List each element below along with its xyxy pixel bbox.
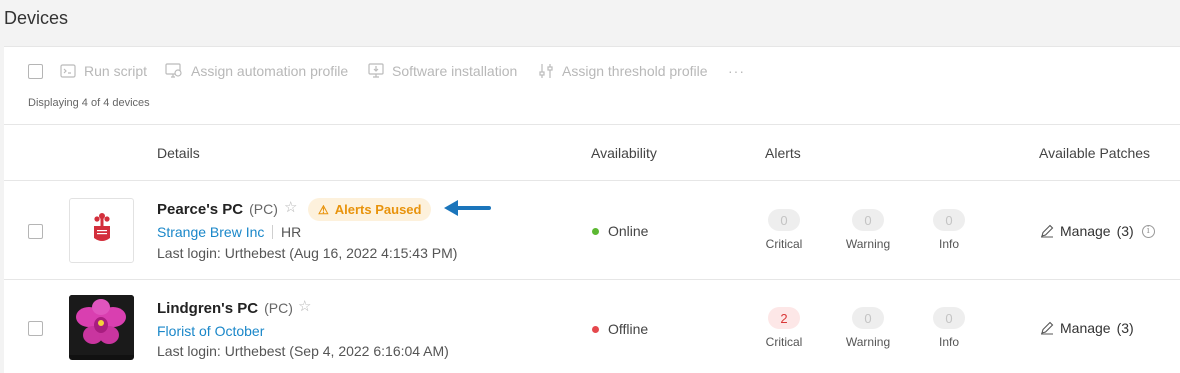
column-header-details[interactable]: Details bbox=[157, 145, 200, 161]
column-header-available-patches[interactable]: Available Patches bbox=[1039, 145, 1150, 161]
offline-dot-icon bbox=[592, 325, 599, 333]
software-installation-label: Software installation bbox=[392, 63, 518, 79]
table-row[interactable]: Lindgren's PC (PC) ☆ Florist of October L… bbox=[4, 280, 1180, 373]
info-icon[interactable]: i bbox=[1141, 224, 1155, 238]
alerts-paused-badge: ⚠ Alerts Paused bbox=[308, 198, 432, 221]
more-actions-button[interactable]: ··· bbox=[728, 63, 745, 79]
organization-link[interactable]: Strange Brew Inc bbox=[157, 224, 264, 240]
warning-alerts[interactable]: 0 Warning bbox=[838, 209, 898, 251]
critical-label: Critical bbox=[765, 237, 803, 251]
device-count-text: Displaying 4 of 4 devices bbox=[28, 97, 150, 109]
availability-status: Online bbox=[592, 223, 648, 239]
info-label: Info bbox=[938, 237, 959, 251]
online-dot-icon bbox=[592, 227, 599, 235]
bulk-actions-toolbar: Run script Assign automation profile Sof… bbox=[4, 47, 1180, 125]
favorite-star-icon[interactable]: ☆ bbox=[298, 297, 311, 315]
software-install-icon bbox=[368, 63, 384, 78]
critical-alerts[interactable]: 0 Critical bbox=[754, 209, 814, 251]
assign-threshold-profile-button[interactable]: Assign threshold profile bbox=[538, 63, 708, 79]
orchid-photo-icon bbox=[69, 295, 134, 355]
patch-count: (3) bbox=[1116, 320, 1134, 336]
devices-card: Run script Assign automation profile Sof… bbox=[4, 46, 1180, 373]
info-count: 0 bbox=[933, 307, 965, 329]
assign-threshold-profile-label: Assign threshold profile bbox=[562, 63, 708, 79]
device-type: (PC) bbox=[249, 201, 278, 217]
pencil-icon bbox=[1041, 321, 1054, 335]
script-icon bbox=[60, 64, 76, 78]
threshold-sliders-icon bbox=[539, 64, 553, 78]
row-checkbox[interactable] bbox=[28, 321, 43, 336]
run-script-label: Run script bbox=[84, 63, 148, 79]
last-login: Last login: Urthebest (Aug 16, 2022 4:15… bbox=[157, 245, 458, 261]
critical-alerts[interactable]: 2 Critical bbox=[754, 307, 814, 349]
info-alerts[interactable]: 0 Info bbox=[919, 307, 979, 349]
row-checkbox[interactable] bbox=[28, 224, 43, 239]
patch-count: (3) bbox=[1116, 223, 1134, 239]
info-label: Info bbox=[938, 335, 959, 349]
critical-label: Critical bbox=[765, 335, 803, 349]
favorite-star-icon[interactable]: ☆ bbox=[284, 198, 297, 216]
warning-count: 0 bbox=[852, 209, 884, 231]
critical-count: 0 bbox=[768, 209, 800, 231]
last-login: Last login: Urthebest (Sep 4, 2022 6:16:… bbox=[157, 343, 449, 359]
info-count: 0 bbox=[933, 209, 965, 231]
warning-count: 0 bbox=[852, 307, 884, 329]
info-alerts[interactable]: 0 Info bbox=[919, 209, 979, 251]
column-header-availability[interactable]: Availability bbox=[591, 145, 657, 161]
assign-automation-profile-label: Assign automation profile bbox=[191, 63, 349, 79]
table-row[interactable]: Pearce's PC (PC) ☆ ⚠ Alerts Paused Strang… bbox=[4, 181, 1180, 280]
automation-profile-icon bbox=[165, 63, 182, 78]
table-header: Details Availability Alerts Available Pa… bbox=[4, 125, 1180, 181]
warning-label: Warning bbox=[845, 335, 891, 349]
device-type: (PC) bbox=[264, 300, 293, 316]
separator bbox=[272, 225, 273, 239]
run-script-button[interactable]: Run script bbox=[60, 63, 147, 79]
warning-label: Warning bbox=[845, 237, 891, 251]
assign-automation-profile-button[interactable]: Assign automation profile bbox=[165, 63, 348, 79]
pencil-icon bbox=[1041, 224, 1054, 238]
device-name[interactable]: Pearce's PC (PC) bbox=[157, 201, 278, 218]
manage-patches-button[interactable]: Manage (3) bbox=[1040, 320, 1134, 336]
critical-count: 2 bbox=[768, 307, 800, 329]
device-photo bbox=[69, 295, 134, 360]
column-header-alerts[interactable]: Alerts bbox=[765, 145, 801, 161]
warning-icon: ⚠ bbox=[318, 202, 329, 217]
annotation-arrow-icon bbox=[444, 200, 491, 216]
availability-status: Offline bbox=[592, 321, 648, 337]
page-title: Devices bbox=[4, 8, 69, 28]
manage-patches-button[interactable]: Manage (3) i bbox=[1040, 223, 1155, 239]
device-logo bbox=[69, 198, 134, 263]
tree-crest-logo-icon bbox=[94, 213, 110, 241]
device-name[interactable]: Lindgren's PC (PC) bbox=[157, 300, 293, 317]
department: HR bbox=[281, 224, 302, 240]
warning-alerts[interactable]: 0 Warning bbox=[838, 307, 898, 349]
organization-link[interactable]: Florist of October bbox=[157, 323, 264, 339]
select-all-checkbox[interactable] bbox=[28, 64, 43, 79]
software-installation-button[interactable]: Software installation bbox=[368, 63, 517, 79]
